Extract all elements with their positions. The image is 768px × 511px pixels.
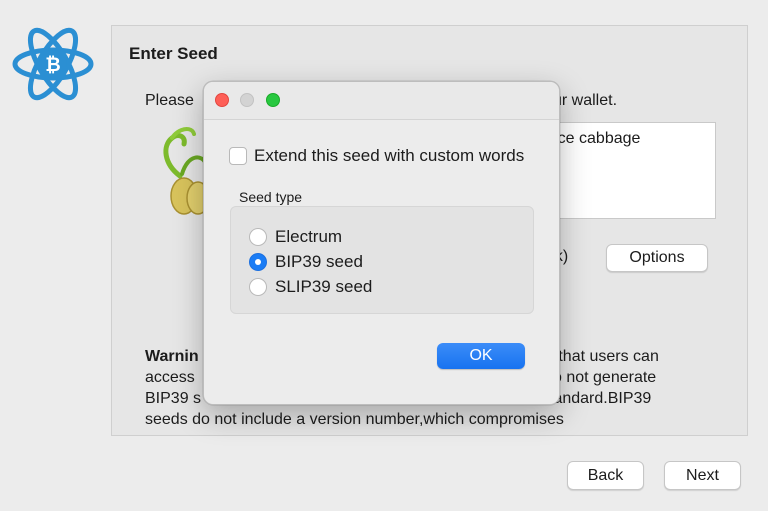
- radio-button[interactable]: [249, 278, 267, 296]
- window-close-icon[interactable]: [215, 93, 229, 107]
- radio-label: Electrum: [275, 227, 343, 246]
- warning-line-3: BIP39 s: [145, 390, 202, 407]
- seed-type-label: Seed type: [239, 189, 303, 205]
- radio-bip39[interactable]: BIP39 seed: [249, 252, 363, 272]
- instruction-end: ur wallet.: [553, 92, 618, 109]
- dialog-titlebar: [204, 82, 559, 120]
- electrum-logo-icon: ₿: [12, 27, 94, 101]
- radio-slip39[interactable]: SLIP39 seed: [249, 277, 372, 297]
- warning-heading: Warnin: [145, 348, 199, 365]
- window-minimize-icon: [240, 93, 254, 107]
- svg-text:₿: ₿: [45, 54, 60, 76]
- back-button[interactable]: Back: [567, 461, 644, 490]
- ok-button[interactable]: OK: [437, 343, 525, 369]
- next-button[interactable]: Next: [664, 461, 741, 490]
- window-maximize-icon[interactable]: [266, 93, 280, 107]
- radio-label: BIP39 seed: [275, 252, 363, 271]
- extend-seed-option[interactable]: Extend this seed with custom words: [229, 146, 524, 166]
- options-button[interactable]: Options: [606, 244, 708, 272]
- warning-line-3-tail: tandard.BIP39: [549, 390, 652, 407]
- warning-line-2: access: [145, 369, 195, 386]
- radio-electrum[interactable]: Electrum: [249, 227, 342, 247]
- warning-line-2-tail: o not generate: [553, 369, 657, 386]
- radio-button-selected[interactable]: [249, 253, 267, 271]
- instruction-start: Please: [145, 92, 194, 109]
- radio-label: SLIP39 seed: [275, 277, 373, 296]
- seed-type-group: Electrum BIP39 seed SLIP39 seed: [230, 206, 534, 314]
- seed-options-dialog: Extend this seed with custom words Seed …: [203, 81, 560, 405]
- extend-seed-checkbox[interactable]: [229, 147, 247, 165]
- radio-button[interactable]: [249, 228, 267, 246]
- page-title: Enter Seed: [129, 44, 218, 63]
- warning-line-4: seeds do not include a version number,wh…: [145, 411, 564, 428]
- extend-seed-label: Extend this seed with custom words: [254, 146, 525, 165]
